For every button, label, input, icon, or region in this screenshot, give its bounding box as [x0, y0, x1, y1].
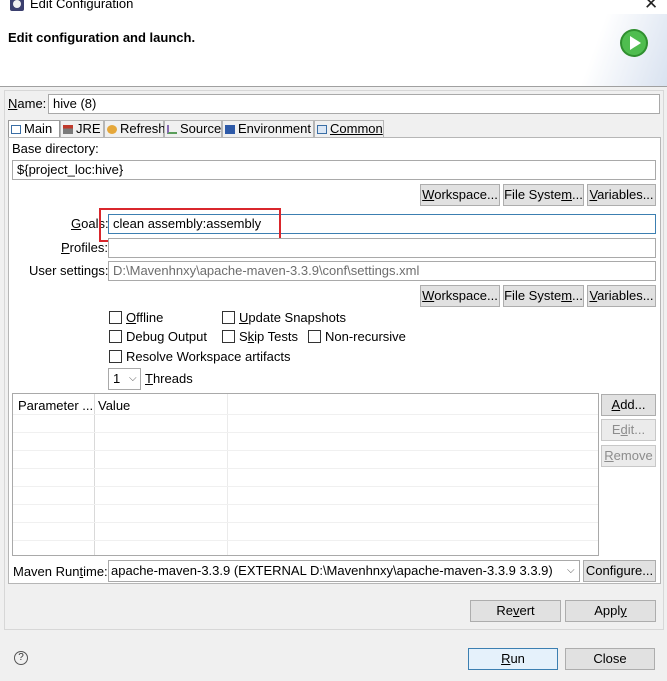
base-directory-input[interactable]: ${project_loc:hive} — [12, 160, 656, 180]
table-row — [13, 486, 598, 487]
goals-highlight-box — [99, 208, 281, 242]
run-button[interactable]: Run — [468, 648, 558, 670]
tab-main[interactable]: Main — [8, 120, 60, 138]
tab-jre[interactable]: JRE — [60, 120, 104, 138]
update-snapshots-checkbox[interactable] — [222, 311, 235, 324]
table-row — [13, 432, 598, 433]
column-divider — [94, 394, 95, 555]
settings-file-system-button[interactable]: File System... — [503, 285, 584, 307]
resolve-workspace-label: Resolve Workspace artifacts — [126, 349, 291, 364]
resolve-workspace-checkbox[interactable] — [109, 350, 122, 363]
configure-runtime-button[interactable]: Configure... — [583, 560, 656, 582]
base-directory-label: Base directory: — [12, 141, 99, 156]
common-tab-icon — [317, 125, 327, 134]
threads-combo[interactable]: 1 ⌵ — [108, 368, 141, 390]
chevron-down-icon: ⌵ — [567, 565, 575, 576]
main-tab-icon — [11, 125, 21, 134]
name-label: Name: — [8, 96, 47, 111]
table-row — [13, 450, 598, 451]
chevron-down-icon: ⌵ — [129, 373, 137, 384]
parameters-table[interactable]: Parameter ... Value — [12, 393, 599, 556]
profiles-label: Profiles: — [61, 240, 108, 255]
environment-tab-icon — [225, 125, 235, 134]
column-divider — [227, 394, 228, 555]
tab-common[interactable]: Common — [314, 120, 384, 138]
update-snapshots-label: Update Snapshots — [239, 310, 346, 325]
source-tab-icon — [167, 125, 177, 134]
maven-runtime-label: Maven Runtime: — [13, 564, 108, 579]
non-recursive-checkbox[interactable] — [308, 330, 321, 343]
column-header-value[interactable]: Value — [98, 398, 130, 413]
profiles-input[interactable] — [108, 238, 656, 258]
non-recursive-label: Non-recursive — [325, 329, 406, 344]
offline-checkbox[interactable] — [109, 311, 122, 324]
eclipse-app-icon — [10, 0, 24, 11]
user-settings-label: User settings: — [29, 263, 109, 278]
tab-source[interactable]: Source — [164, 120, 222, 138]
refresh-tab-icon — [107, 125, 117, 134]
offline-label: Offline — [126, 310, 164, 325]
header-banner-graphic — [560, 14, 667, 86]
table-row — [13, 540, 598, 541]
header-separator — [0, 86, 667, 87]
close-button[interactable]: Close — [565, 648, 655, 670]
settings-variables-button[interactable]: Variables... — [587, 285, 656, 307]
table-row — [13, 522, 598, 523]
revert-button[interactable]: Revert — [470, 600, 561, 622]
window-title: Edit Configuration — [30, 0, 134, 11]
table-row — [13, 504, 598, 505]
jre-tab-icon — [63, 125, 73, 134]
edit-parameter-button[interactable]: Edit... — [601, 419, 656, 441]
dialog-header-title: Edit configuration and launch. — [8, 30, 196, 45]
base-variables-button[interactable]: Variables... — [587, 184, 656, 206]
threads-label: Threads — [145, 371, 193, 386]
debug-output-checkbox[interactable] — [109, 330, 122, 343]
skip-tests-label: Skip Tests — [239, 329, 299, 344]
tab-environment[interactable]: Environment — [222, 120, 314, 138]
table-row — [13, 468, 598, 469]
skip-tests-checkbox[interactable] — [222, 330, 235, 343]
help-icon[interactable]: ? — [14, 651, 28, 665]
table-row — [13, 414, 598, 415]
base-file-system-button[interactable]: File System... — [503, 184, 584, 206]
debug-output-label: Debug Output — [126, 329, 207, 344]
user-settings-input[interactable]: D:\Mavenhnxy\apache-maven-3.3.9\conf\set… — [108, 261, 656, 281]
close-icon[interactable]: ✕ — [644, 0, 658, 14]
name-input[interactable]: hive (8) — [48, 94, 660, 114]
run-launch-icon — [620, 29, 648, 57]
remove-parameter-button[interactable]: Remove — [601, 445, 656, 467]
tab-refresh[interactable]: Refresh — [104, 120, 166, 138]
base-workspace-button[interactable]: Workspace... — [420, 184, 500, 206]
settings-workspace-button[interactable]: Workspace... — [420, 285, 500, 307]
apply-button[interactable]: Apply — [565, 600, 656, 622]
column-header-parameter[interactable]: Parameter ... — [18, 398, 93, 413]
maven-runtime-select[interactable]: apache-maven-3.3.9 (EXTERNAL D:\Mavenhnx… — [108, 560, 580, 582]
add-parameter-button[interactable]: Add... — [601, 394, 656, 416]
